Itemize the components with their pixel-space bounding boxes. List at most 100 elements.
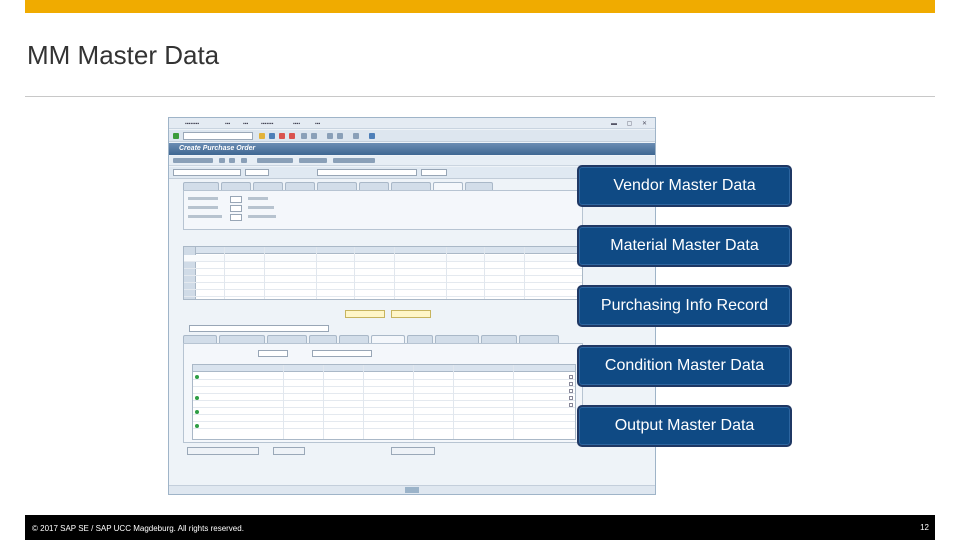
back-icon[interactable] [269, 133, 275, 139]
table-row[interactable] [193, 373, 575, 380]
exit-icon[interactable] [289, 133, 295, 139]
tab-delivery-address[interactable] [435, 335, 479, 343]
checkbox[interactable] [569, 382, 573, 386]
item-overview-table[interactable] [183, 246, 583, 300]
window-controls-icon[interactable]: ▬ ▢ ✕ [611, 120, 651, 127]
tab-item-texts[interactable] [407, 335, 433, 343]
sap-menu-bar: ▪▪▪▪▪▪▪▪ ▪▪▪ ▪▪▪ ▪▪▪▪▪▪▪ ▪▪▪▪ ▪▪▪ ▬ ▢ ✕ [169, 118, 655, 129]
title-divider [25, 96, 935, 97]
tab-item-conditions[interactable] [371, 335, 405, 343]
tab-partners[interactable] [359, 182, 389, 190]
tab-texts[interactable] [253, 182, 283, 190]
table-row[interactable] [193, 394, 575, 401]
pricing-elements-table[interactable] [192, 364, 576, 440]
org-data-panel [183, 190, 583, 230]
update-button[interactable] [391, 447, 435, 455]
print-preview-button[interactable] [257, 158, 293, 163]
doc-date-field[interactable] [421, 169, 447, 176]
table-row[interactable] [193, 408, 575, 415]
callout-vendor-master-data: Vendor Master Data [577, 165, 792, 207]
slide: MM Master Data ▪▪▪▪▪▪▪▪ ▪▪▪ ▪▪▪ ▪▪▪▪▪▪▪ … [0, 0, 960, 540]
table-row[interactable] [193, 415, 575, 422]
pricing-panel [183, 343, 583, 443]
company-code-field[interactable] [230, 214, 242, 221]
vendor-field[interactable] [317, 169, 417, 176]
save-icon[interactable] [259, 133, 265, 139]
sap-status-bar [169, 485, 655, 494]
checkbox[interactable] [569, 396, 573, 400]
help-icon[interactable] [369, 133, 375, 139]
analysis-button[interactable] [273, 447, 305, 455]
status-green-icon [195, 410, 199, 414]
toolbar-icon[interactable] [229, 158, 235, 163]
callout-purchasing-info-record: Purchasing Info Record [577, 285, 792, 327]
status-green-icon [195, 424, 199, 428]
default-values-button[interactable] [345, 310, 385, 318]
messages-button[interactable] [299, 158, 327, 163]
checkbox[interactable] [569, 389, 573, 393]
tab-delivery-schedule[interactable] [267, 335, 307, 343]
screen-title: Create Purchase Order [179, 145, 256, 152]
sap-standard-toolbar [169, 130, 655, 142]
po-number-field[interactable] [245, 169, 269, 176]
session-icon[interactable] [353, 133, 359, 139]
copyright-text: © 2017 SAP SE / SAP UCC Magdeburg. All r… [32, 524, 244, 533]
item-detail-tabs [169, 335, 655, 343]
page-icon[interactable] [337, 133, 343, 139]
tab-delivery-invoice[interactable] [183, 182, 219, 190]
tab-confirmations[interactable] [481, 335, 517, 343]
tab-quantities-weights[interactable] [219, 335, 265, 343]
tab-communication[interactable] [317, 182, 357, 190]
command-field[interactable] [183, 132, 253, 140]
footer: © 2017 SAP SE / SAP UCC Magdeburg. All r… [25, 515, 935, 540]
table-row[interactable] [193, 380, 575, 387]
callout-output-master-data: Output Master Data [577, 405, 792, 447]
print-icon[interactable] [301, 133, 307, 139]
tab-material-data[interactable] [183, 335, 217, 343]
tab-address[interactable] [285, 182, 315, 190]
purch-group-field[interactable] [230, 205, 242, 212]
document-overview-button[interactable] [173, 158, 213, 163]
table-row[interactable] [184, 269, 582, 276]
tab-conditions[interactable] [221, 182, 251, 190]
condition-record-button[interactable] [187, 447, 259, 455]
slide-title: MM Master Data [27, 40, 220, 70]
table-row[interactable] [184, 290, 582, 297]
status-green-icon [195, 375, 199, 379]
table-row[interactable] [193, 387, 575, 394]
find-icon[interactable] [311, 133, 317, 139]
callout-material-master-data: Material Master Data [577, 225, 792, 267]
page-number: 12 [920, 523, 929, 532]
add-planning-button[interactable] [391, 310, 431, 318]
tab-delivery[interactable] [309, 335, 337, 343]
callout-condition-master-data: Condition Master Data [577, 345, 792, 387]
tab-org-data[interactable] [433, 182, 463, 190]
page-icon[interactable] [327, 133, 333, 139]
sap-title-bar: Create Purchase Order [169, 143, 655, 155]
table-row[interactable] [193, 422, 575, 429]
checkbox[interactable] [569, 375, 573, 379]
toolbar-icon[interactable] [241, 158, 247, 163]
table-row[interactable] [184, 255, 582, 262]
table-row[interactable] [184, 276, 582, 283]
quantity-field[interactable] [258, 350, 288, 357]
table-row[interactable] [184, 262, 582, 269]
personal-setting-button[interactable] [333, 158, 375, 163]
tab-invoice[interactable] [339, 335, 369, 343]
toolbar-icon[interactable] [219, 158, 225, 163]
status-green-icon [195, 396, 199, 400]
table-row[interactable] [184, 283, 582, 290]
tab-condition-control[interactable] [519, 335, 559, 343]
table-row[interactable] [193, 401, 575, 408]
cancel-icon[interactable] [279, 133, 285, 139]
net-field[interactable] [312, 350, 372, 357]
tab-additional-data[interactable] [391, 182, 431, 190]
enter-icon[interactable] [173, 133, 179, 139]
accent-bar [25, 0, 935, 13]
checkbox[interactable] [569, 403, 573, 407]
order-type-select[interactable] [173, 169, 241, 176]
tab-status[interactable] [465, 182, 493, 190]
purch-org-field[interactable] [230, 196, 242, 203]
item-select[interactable] [189, 325, 329, 332]
sap-logo-icon [405, 487, 419, 493]
